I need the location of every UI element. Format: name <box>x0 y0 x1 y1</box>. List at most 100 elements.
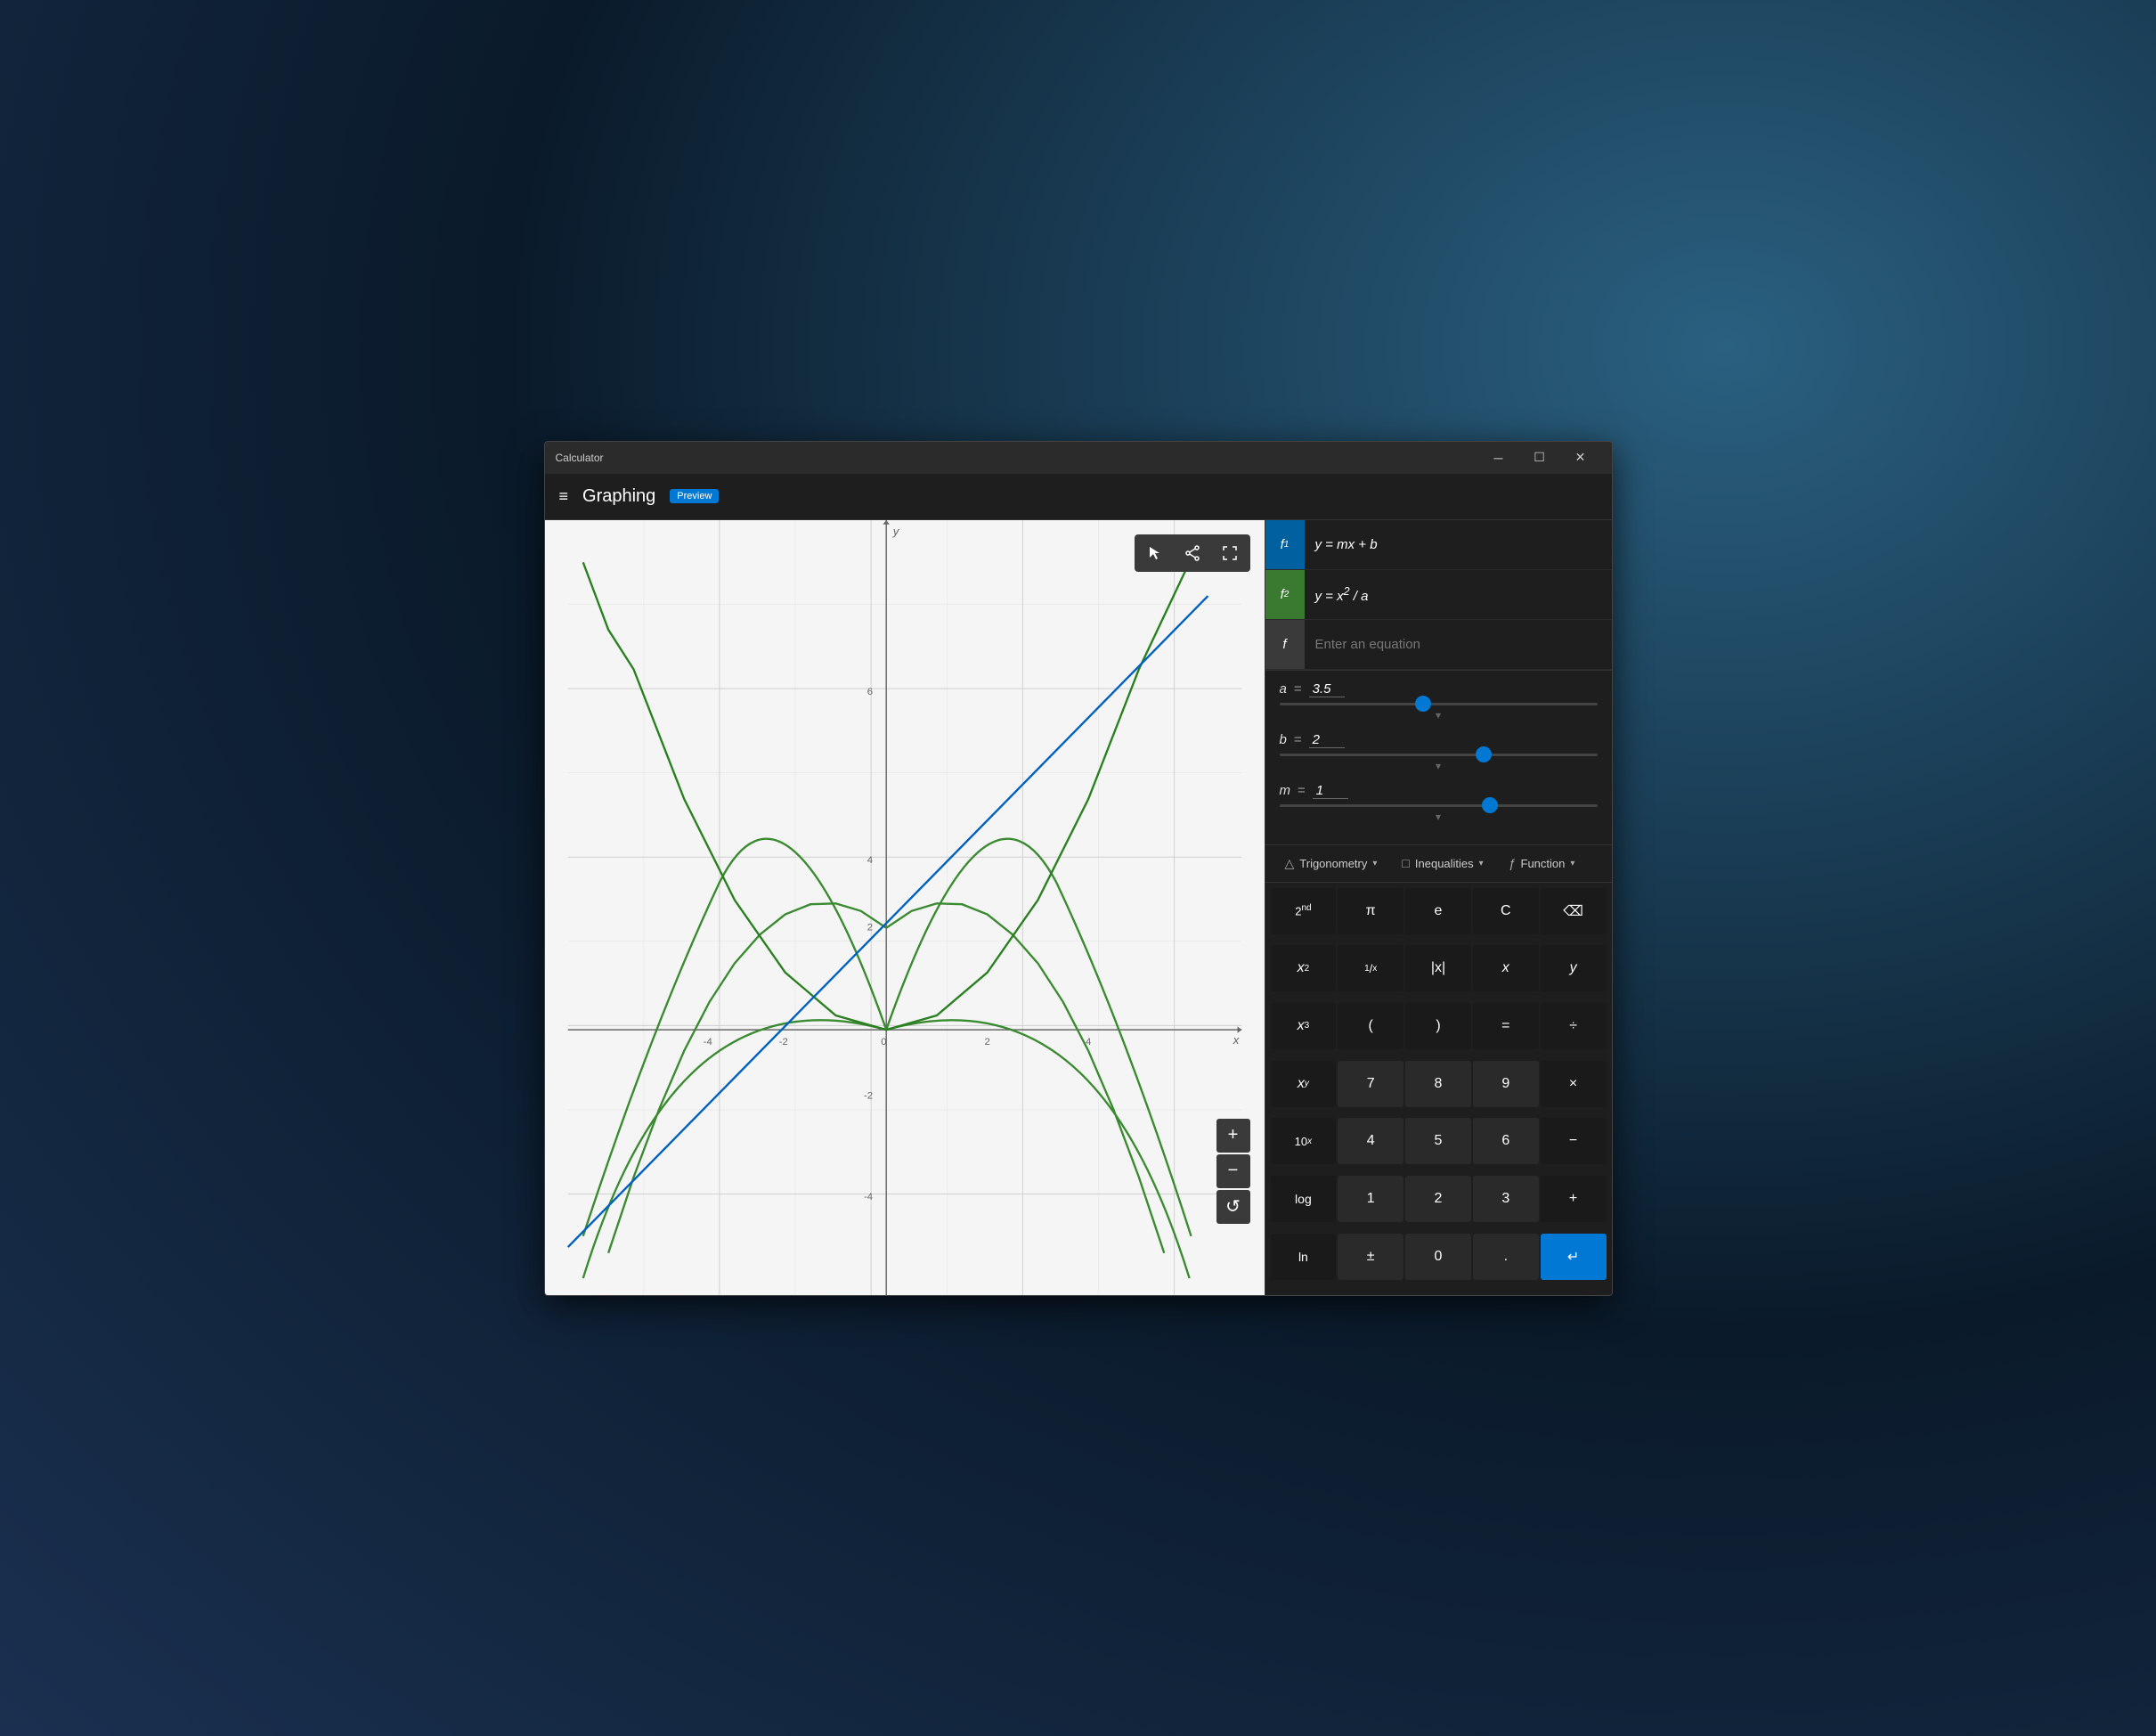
key-second[interactable]: 2nd <box>1271 888 1337 934</box>
var-header-a: a = 3.5 <box>1280 681 1598 697</box>
func-icon: ƒ <box>1509 856 1516 870</box>
zoom-controls: + − ↺ <box>1216 1119 1250 1224</box>
equation-row-f3[interactable]: f Enter an equation <box>1265 620 1612 670</box>
trig-icon: △ <box>1285 856 1295 871</box>
slider-b[interactable] <box>1280 754 1598 756</box>
tab-func-label: Function <box>1521 857 1566 870</box>
titlebar-controls: ─ ☐ ✕ <box>1478 442 1601 474</box>
slider-m[interactable] <box>1280 804 1598 807</box>
key-two[interactable]: 2 <box>1405 1176 1471 1222</box>
key-divide[interactable]: ÷ <box>1541 1003 1607 1049</box>
titlebar: Calculator ─ ☐ ✕ <box>545 442 1612 474</box>
eq-formula-f3[interactable]: Enter an equation <box>1305 637 1612 652</box>
equation-row-f2[interactable]: f2 y = x2 / a <box>1265 570 1612 620</box>
key-var-y[interactable]: y <box>1541 945 1607 991</box>
key-multiply[interactable]: × <box>1541 1061 1607 1107</box>
zoom-out-button[interactable]: − <box>1216 1154 1250 1188</box>
titlebar-title: Calculator <box>556 452 1478 464</box>
var-equals-m: = <box>1298 783 1306 798</box>
key-four[interactable]: 4 <box>1338 1118 1403 1164</box>
key-nine[interactable]: 9 <box>1473 1061 1539 1107</box>
svg-text:2: 2 <box>984 1037 989 1047</box>
key-open-paren[interactable]: ( <box>1338 1003 1403 1049</box>
equation-row-f1[interactable]: f1 y = mx + b <box>1265 520 1612 570</box>
var-header-b: b = 2 <box>1280 732 1598 748</box>
variable-row-m: m = 1 ▾ <box>1280 783 1598 823</box>
key-x-squared[interactable]: x2 <box>1271 945 1337 991</box>
key-clear[interactable]: C <box>1473 888 1539 934</box>
eq-formula-f2: y = x2 / a <box>1305 585 1612 604</box>
close-button[interactable]: ✕ <box>1560 442 1601 474</box>
tab-trigonometry[interactable]: △ Trigonometry ▾ <box>1276 852 1387 875</box>
right-panel: f1 y = mx + b f2 y = x2 / a <box>1265 520 1612 1295</box>
key-euler[interactable]: e <box>1405 888 1471 934</box>
var-equals-b: = <box>1294 732 1302 747</box>
key-abs[interactable]: |x| <box>1405 945 1471 991</box>
svg-text:x: x <box>1232 1033 1239 1047</box>
tab-trig-label: Trigonometry <box>1299 857 1367 870</box>
variable-row-a: a = 3.5 ▾ <box>1280 681 1598 721</box>
var-value-b: 2 <box>1309 732 1345 748</box>
key-close-paren[interactable]: ) <box>1405 1003 1471 1049</box>
hamburger-icon[interactable]: ≡ <box>559 487 569 506</box>
key-five[interactable]: 5 <box>1405 1118 1471 1164</box>
key-seven[interactable]: 7 <box>1338 1061 1403 1107</box>
calculator-window: Calculator ─ ☐ ✕ ≡ Graphing Preview <box>544 441 1613 1296</box>
key-eight[interactable]: 8 <box>1405 1061 1471 1107</box>
key-zero[interactable]: 0 <box>1405 1234 1471 1280</box>
key-log[interactable]: log <box>1271 1176 1337 1222</box>
key-pi[interactable]: π <box>1338 888 1403 934</box>
key-backspace[interactable]: ⌫ <box>1541 888 1607 934</box>
minimize-button[interactable]: ─ <box>1478 442 1519 474</box>
maximize-button[interactable]: ☐ <box>1519 442 1560 474</box>
key-equals[interactable]: = <box>1473 1003 1539 1049</box>
ineq-icon: □ <box>1402 856 1409 870</box>
graph-toolbar <box>1135 534 1250 572</box>
tab-inequalities[interactable]: □ Inequalities ▾ <box>1393 852 1492 874</box>
func-arrow-icon: ▾ <box>1570 859 1574 868</box>
var-value-a: 3.5 <box>1309 681 1345 697</box>
slider-a[interactable] <box>1280 703 1598 705</box>
fullscreen-tool-button[interactable] <box>1213 538 1247 568</box>
trig-arrow-icon: ▾ <box>1372 859 1377 868</box>
cursor-tool-button[interactable] <box>1138 538 1172 568</box>
svg-text:6: 6 <box>866 686 872 697</box>
eq-formula-f1: y = mx + b <box>1305 537 1612 552</box>
eq-color-tab-f1[interactable]: f1 <box>1265 520 1305 569</box>
keyboard-tabs: △ Trigonometry ▾ □ Inequalities ▾ ƒ Func… <box>1265 845 1612 883</box>
key-decimal[interactable]: . <box>1473 1234 1539 1280</box>
share-tool-button[interactable] <box>1176 538 1209 568</box>
zoom-reset-button[interactable]: ↺ <box>1216 1190 1250 1224</box>
key-enter[interactable]: ↵ <box>1541 1234 1607 1280</box>
key-plus-minus[interactable]: ± <box>1338 1234 1403 1280</box>
key-ln[interactable]: ln <box>1271 1234 1337 1280</box>
variable-row-b: b = 2 ▾ <box>1280 732 1598 772</box>
key-one[interactable]: 1 <box>1338 1176 1403 1222</box>
key-ten-power-x[interactable]: 10x <box>1271 1118 1337 1164</box>
key-reciprocal[interactable]: 1/x <box>1338 945 1403 991</box>
var-name-a: a <box>1280 681 1287 697</box>
svg-text:2: 2 <box>866 922 872 933</box>
app-title: Graphing <box>582 486 655 507</box>
zoom-in-button[interactable]: + <box>1216 1119 1250 1153</box>
tab-ineq-label: Inequalities <box>1415 857 1474 870</box>
svg-text:-2: -2 <box>863 1090 872 1101</box>
key-x-power-y[interactable]: xy <box>1271 1061 1337 1107</box>
var-name-b: b <box>1280 732 1287 747</box>
svg-text:-4: -4 <box>703 1037 712 1047</box>
tab-function[interactable]: ƒ Function ▾ <box>1500 852 1584 874</box>
svg-text:-4: -4 <box>863 1192 872 1202</box>
key-plus[interactable]: + <box>1541 1176 1607 1222</box>
key-three[interactable]: 3 <box>1473 1176 1539 1222</box>
key-var-x[interactable]: x <box>1473 945 1539 991</box>
eq-color-tab-f2[interactable]: f2 <box>1265 570 1305 619</box>
ineq-arrow-icon: ▾ <box>1479 859 1484 868</box>
main-content: x y -4 -2 0 2 4 6 4 2 -2 -4 <box>545 520 1612 1295</box>
key-x-cubed[interactable]: x3 <box>1271 1003 1337 1049</box>
svg-text:4: 4 <box>866 854 872 865</box>
key-six[interactable]: 6 <box>1473 1118 1539 1164</box>
eq-color-tab-f3[interactable]: f <box>1265 620 1305 669</box>
keyboard-area: △ Trigonometry ▾ □ Inequalities ▾ ƒ Func… <box>1265 845 1612 1295</box>
key-minus[interactable]: − <box>1541 1118 1607 1164</box>
var-value-m: 1 <box>1313 783 1348 799</box>
